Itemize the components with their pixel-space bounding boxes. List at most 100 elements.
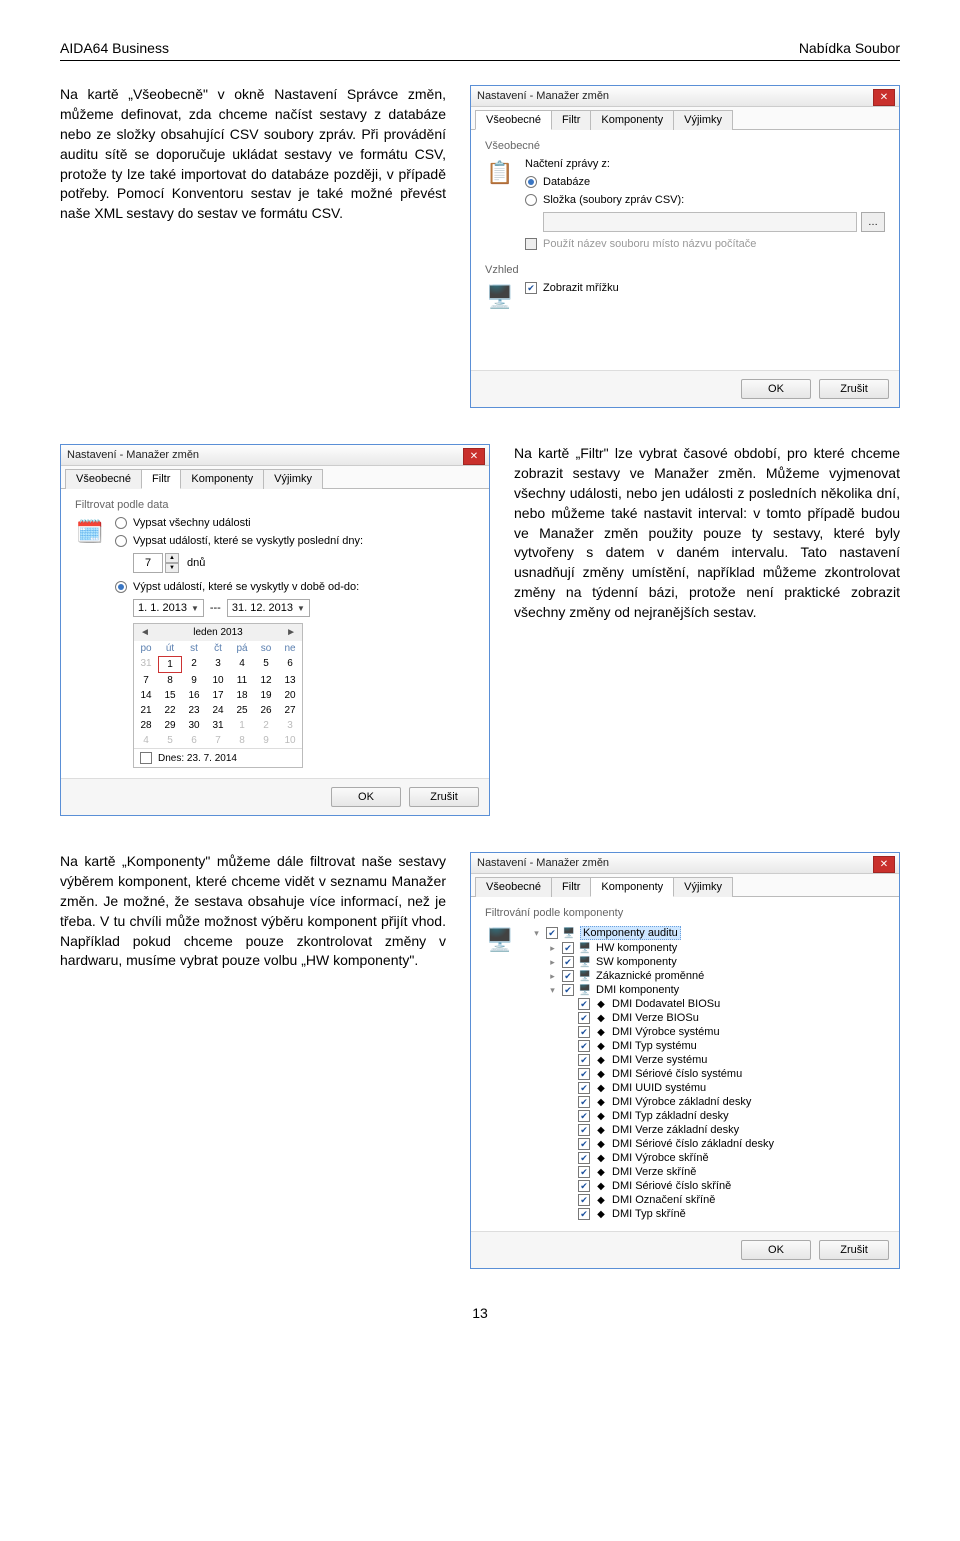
tab-komponenty[interactable]: Komponenty xyxy=(590,110,674,130)
cal-day[interactable]: 30 xyxy=(182,718,206,733)
cal-day[interactable]: 6 xyxy=(182,733,206,748)
cal-day[interactable]: 4 xyxy=(230,656,254,673)
close-icon[interactable]: ✕ xyxy=(463,448,485,465)
calendar-grid[interactable]: poútstčtpásone31123456789101112131415161… xyxy=(134,641,302,748)
check-show-grid[interactable]: Zobrazit mřížku xyxy=(525,282,885,294)
cancel-button[interactable]: Zrušit xyxy=(819,379,889,399)
date-from-picker[interactable]: 1. 1. 2013 ▼ xyxy=(133,599,204,617)
ok-button[interactable]: OK xyxy=(741,379,811,399)
cal-day[interactable]: 27 xyxy=(278,703,302,718)
cal-day[interactable]: 22 xyxy=(158,703,182,718)
radio-all-events[interactable]: Vypsat všechny události xyxy=(115,517,475,529)
tree-item[interactable]: ▾🖥️Komponenty auditu xyxy=(531,925,885,941)
checkbox-icon[interactable] xyxy=(578,1012,590,1024)
ok-button[interactable]: OK xyxy=(741,1240,811,1260)
cal-day[interactable]: 3 xyxy=(278,718,302,733)
date-to-picker[interactable]: 31. 12. 2013 ▼ xyxy=(227,599,310,617)
cal-day[interactable]: 12 xyxy=(254,673,278,688)
tree-item[interactable]: ▸🖥️SW komponenty xyxy=(531,955,885,969)
tree-item[interactable]: ◆DMI Označení skříně xyxy=(531,1193,885,1207)
cal-day[interactable]: 9 xyxy=(182,673,206,688)
spinner-arrows[interactable]: ▲▼ xyxy=(165,553,179,573)
tree-item[interactable]: ◆DMI Výrobce skříně xyxy=(531,1151,885,1165)
cancel-button[interactable]: Zrušit xyxy=(409,787,479,807)
cal-next[interactable]: ► xyxy=(286,627,296,638)
tree-item[interactable]: ◆DMI Typ systému xyxy=(531,1039,885,1053)
radio-range[interactable]: Výpst událostí, které se vyskytly v době… xyxy=(115,581,475,593)
cal-day[interactable]: 9 xyxy=(254,733,278,748)
ok-button[interactable]: OK xyxy=(331,787,401,807)
cancel-button[interactable]: Zrušit xyxy=(819,1240,889,1260)
checkbox-icon[interactable] xyxy=(562,942,574,954)
checkbox-icon[interactable] xyxy=(140,752,152,764)
checkbox-icon[interactable] xyxy=(578,1138,590,1150)
tree-item[interactable]: ◆DMI Sériové číslo základní desky xyxy=(531,1137,885,1151)
folder-path-input[interactable] xyxy=(543,212,857,232)
checkbox-icon[interactable] xyxy=(578,1026,590,1038)
checkbox-icon[interactable] xyxy=(578,998,590,1010)
checkbox-icon[interactable] xyxy=(578,1096,590,1108)
cal-day[interactable]: 4 xyxy=(134,733,158,748)
tab-vyjimky[interactable]: Výjimky xyxy=(673,877,733,897)
cal-day[interactable]: 2 xyxy=(182,656,206,673)
cal-day[interactable]: 2 xyxy=(254,718,278,733)
radio-database[interactable]: Databáze xyxy=(525,176,885,188)
cal-day[interactable]: 17 xyxy=(206,688,230,703)
browse-button[interactable]: … xyxy=(861,212,885,232)
tree-item[interactable]: ◆DMI Dodavatel BIOSu xyxy=(531,997,885,1011)
cal-day[interactable]: 31 xyxy=(134,656,158,673)
tab-vseobecne[interactable]: Všeobecné xyxy=(475,110,552,130)
cal-day[interactable]: 28 xyxy=(134,718,158,733)
cal-day[interactable]: 16 xyxy=(182,688,206,703)
checkbox-icon[interactable] xyxy=(578,1208,590,1220)
tree-item[interactable]: ◆DMI Verze skříně xyxy=(531,1165,885,1179)
tree-item[interactable]: ◆DMI Sériové číslo systému xyxy=(531,1067,885,1081)
tree-item[interactable]: ◆DMI Verze systému xyxy=(531,1053,885,1067)
cal-day[interactable]: 11 xyxy=(230,673,254,688)
cal-day[interactable]: 24 xyxy=(206,703,230,718)
cal-day[interactable]: 1 xyxy=(158,656,182,673)
cal-day[interactable]: 7 xyxy=(206,733,230,748)
tree-item[interactable]: ▸🖥️HW komponenty xyxy=(531,941,885,955)
cal-day[interactable]: 8 xyxy=(230,733,254,748)
tab-vseobecne[interactable]: Všeobecné xyxy=(65,469,142,489)
tree-item[interactable]: ◆DMI UUID systému xyxy=(531,1081,885,1095)
radio-last-n[interactable]: Vypsat událostí, které se vyskytly posle… xyxy=(115,535,475,547)
checkbox-icon[interactable] xyxy=(578,1180,590,1192)
cal-day[interactable]: 23 xyxy=(182,703,206,718)
cal-day[interactable]: 7 xyxy=(134,673,158,688)
tab-filtr[interactable]: Filtr xyxy=(551,110,591,130)
radio-folder[interactable]: Složka (soubory zpráv CSV): xyxy=(525,194,885,206)
tree-item[interactable]: ◆DMI Typ skříně xyxy=(531,1207,885,1221)
checkbox-icon[interactable] xyxy=(578,1040,590,1052)
cal-day[interactable]: 31 xyxy=(206,718,230,733)
checkbox-icon[interactable] xyxy=(578,1194,590,1206)
cal-day[interactable]: 6 xyxy=(278,656,302,673)
checkbox-icon[interactable] xyxy=(578,1124,590,1136)
cal-day[interactable]: 26 xyxy=(254,703,278,718)
cal-day[interactable]: 18 xyxy=(230,688,254,703)
cal-day[interactable]: 29 xyxy=(158,718,182,733)
tab-vseobecne[interactable]: Všeobecné xyxy=(475,877,552,897)
checkbox-icon[interactable] xyxy=(578,1054,590,1066)
cal-day[interactable]: 13 xyxy=(278,673,302,688)
cal-day[interactable]: 25 xyxy=(230,703,254,718)
cal-day[interactable]: 10 xyxy=(278,733,302,748)
checkbox-icon[interactable] xyxy=(562,984,574,996)
checkbox-icon[interactable] xyxy=(578,1068,590,1080)
tree-item[interactable]: ◆DMI Sériové číslo skříně xyxy=(531,1179,885,1193)
cal-day[interactable]: 10 xyxy=(206,673,230,688)
tree-item[interactable]: ▸🖥️Zákaznické proměnné xyxy=(531,969,885,983)
close-icon[interactable]: ✕ xyxy=(873,89,895,106)
checkbox-icon[interactable] xyxy=(578,1082,590,1094)
checkbox-icon[interactable] xyxy=(578,1110,590,1122)
checkbox-icon[interactable] xyxy=(562,956,574,968)
checkbox-icon[interactable] xyxy=(546,927,558,939)
cal-day[interactable]: 15 xyxy=(158,688,182,703)
cal-day[interactable]: 5 xyxy=(254,656,278,673)
cal-day[interactable]: 8 xyxy=(158,673,182,688)
cal-day[interactable]: 21 xyxy=(134,703,158,718)
tree-item[interactable]: ◆DMI Verze základní desky xyxy=(531,1123,885,1137)
close-icon[interactable]: ✕ xyxy=(873,856,895,873)
cal-day[interactable]: 3 xyxy=(206,656,230,673)
